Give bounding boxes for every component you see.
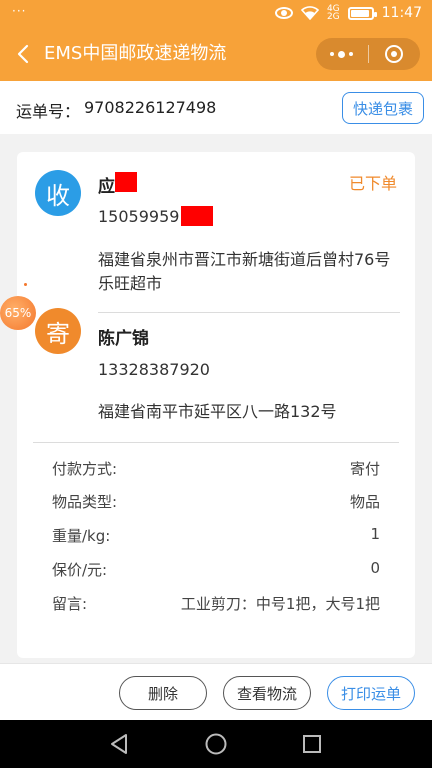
eye-comfort-icon (274, 7, 293, 19)
info-value: 物品 (349, 493, 380, 511)
sender-name: 陈广锦 (98, 329, 149, 349)
info-row-payment: 付款方式: 寄付 (52, 458, 380, 480)
info-value: 1 (370, 525, 380, 543)
status-icons: 4G 2G 11:47 (274, 5, 422, 22)
wifi-icon (300, 6, 319, 20)
home-circle-icon[interactable] (204, 732, 228, 756)
more-menu-icon[interactable] (316, 38, 368, 70)
tracking-label: 运单号： (16, 102, 81, 121)
divider (33, 442, 399, 443)
info-key: 重量/kg: (52, 527, 111, 545)
order-status: 已下单 (348, 174, 397, 193)
floating-dot (24, 283, 27, 286)
floating-speed-badge[interactable]: 65% (0, 296, 36, 330)
mini-program-capsule (316, 38, 420, 70)
back-triangle-icon[interactable] (108, 732, 132, 756)
sender-phone: 13328387920 (98, 360, 210, 379)
battery-icon (347, 6, 377, 20)
info-row-message: 留言: 工业剪刀：中号1把，大号1把 (52, 593, 380, 615)
app-header: EMS中国邮政速递物流 (0, 28, 432, 81)
clock: 11:47 (381, 5, 422, 21)
back-arrow-icon[interactable] (14, 42, 34, 66)
info-key: 保价/元: (52, 561, 108, 579)
recents-square-icon[interactable] (300, 732, 324, 756)
status-bar: ··· 4G 2G 11:47 (0, 0, 432, 28)
system-nav-bar (0, 720, 432, 768)
receiver-address: 福建省泉州市晋江市新塘街道后曾村76号乐旺超市 (98, 250, 391, 293)
info-value: 寄付 (349, 460, 380, 478)
cellular-signal-icon: 4G 2G (326, 5, 340, 22)
close-miniprogram-icon[interactable] (368, 38, 420, 70)
info-key: 付款方式: (52, 460, 118, 478)
print-waybill-button[interactable]: 打印运单 (327, 676, 415, 710)
receiver-name: 应 (98, 177, 115, 197)
divider (98, 312, 400, 313)
info-value: 0 (370, 559, 380, 577)
express-package-button[interactable]: 快递包裹 (342, 92, 424, 124)
network-type-2: 2G (326, 12, 340, 22)
info-row-insured-value: 保价/元: 0 (52, 559, 380, 581)
info-row-item-type: 物品类型: 物品 (52, 491, 380, 513)
order-card: 收 应 已下单 15059959 福建省泉州市晋江市新塘街道后曾村76号乐旺超市… (17, 152, 415, 658)
page-title: EMS中国邮政速递物流 (44, 43, 227, 64)
tracking-number: 9708226127498 (84, 98, 217, 117)
tracking-row: 运单号： 9708226127498 快递包裹 (0, 81, 432, 134)
info-key: 留言: (52, 595, 88, 613)
receiver-phone: 15059959 (98, 207, 180, 226)
action-bar: 删除 查看物流 打印运单 (0, 663, 432, 720)
receiver-avatar: 收 (35, 170, 81, 216)
notification-dots: ··· (12, 4, 27, 18)
info-key: 物品类型: (52, 493, 118, 511)
delete-button[interactable]: 删除 (119, 676, 207, 710)
sender-address: 福建省南平市延平区八一路132号 (98, 402, 337, 421)
redaction-block (115, 172, 137, 192)
info-value: 工业剪刀：中号1把，大号1把 (180, 595, 380, 613)
sender-avatar: 寄 (35, 308, 81, 354)
view-logistics-button[interactable]: 查看物流 (223, 676, 311, 710)
info-row-weight: 重量/kg: 1 (52, 525, 380, 547)
redaction-block (181, 206, 213, 226)
